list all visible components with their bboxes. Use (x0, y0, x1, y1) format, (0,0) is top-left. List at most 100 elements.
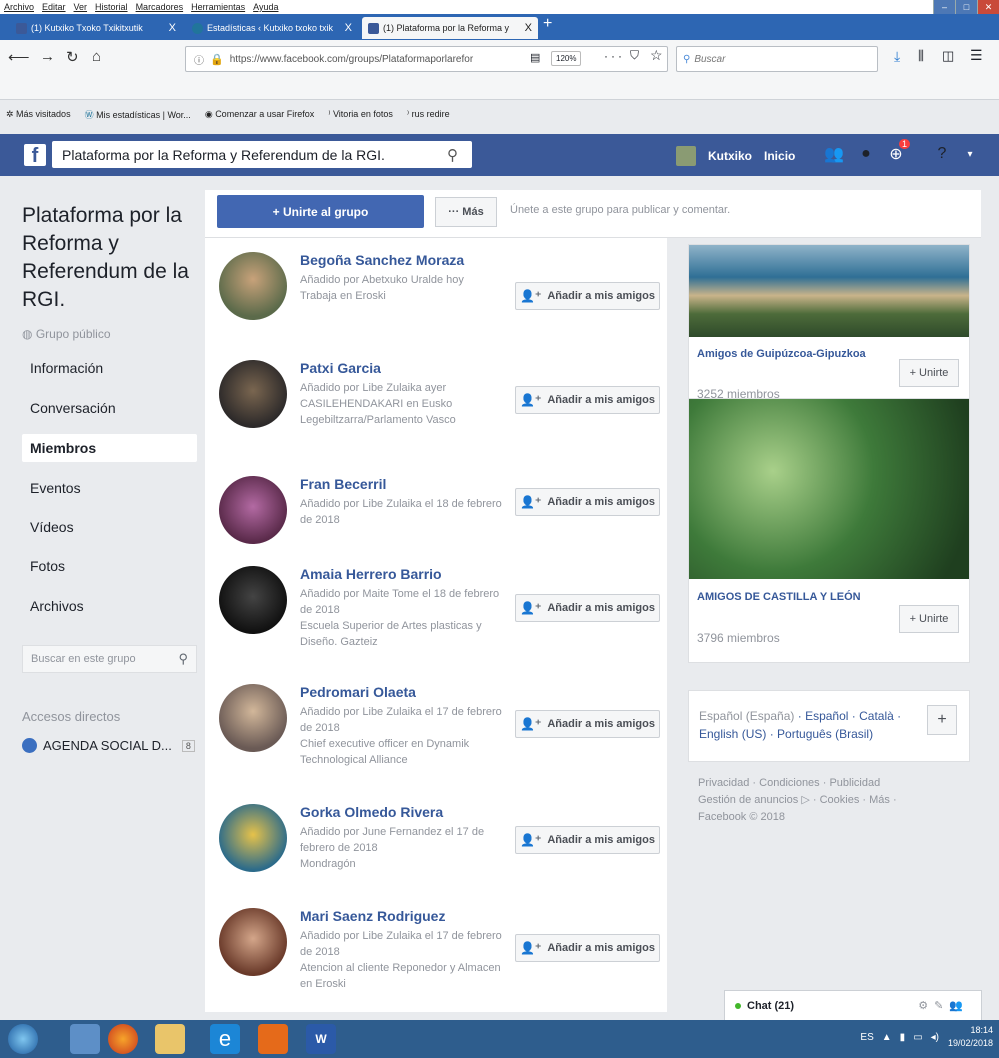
folder-icon[interactable] (155, 1024, 185, 1054)
menu-herramientas[interactable]: Herramientas (191, 2, 245, 12)
nav-fotos[interactable]: Fotos (22, 552, 197, 580)
clock[interactable]: 18:14 19/02/2018 (948, 1024, 993, 1050)
tab-kutxiko[interactable]: (1) Kutxiko Txoko Txikitxutik X (10, 17, 182, 39)
avatar[interactable] (219, 252, 287, 320)
menu-archivo[interactable]: Archivo (4, 2, 34, 12)
language-link[interactable]: Español (805, 709, 848, 723)
join-group-button[interactable]: + Unirte al grupo (217, 195, 424, 228)
avatar[interactable] (676, 146, 696, 166)
search-icon[interactable]: ⚲ (447, 146, 458, 164)
close-window-icon[interactable]: ✕ (977, 0, 999, 14)
url-bar[interactable]: ⓘ 🔒 https://www.facebook.com/groups/Plat… (185, 46, 668, 72)
back-icon[interactable]: ⟵ (8, 48, 30, 66)
word-icon[interactable]: W (306, 1024, 336, 1054)
nav-miembros[interactable]: Miembros (22, 434, 197, 462)
menu-ayuda[interactable]: Ayuda (253, 2, 278, 12)
member-name[interactable]: Gorka Olmedo Rivera (300, 804, 443, 820)
avatar[interactable] (219, 566, 287, 634)
hamburger-menu-icon[interactable]: ☰ (970, 47, 983, 64)
footer-link[interactable]: Privacidad (698, 777, 749, 789)
forward-icon[interactable]: → (40, 48, 55, 65)
footer-link[interactable]: Más (869, 794, 890, 806)
bookmark-estadisticas[interactable]: Ⓦ Mis estadísticas | Wor... (85, 108, 191, 121)
language-link[interactable]: English (US) (699, 727, 766, 741)
info-icon[interactable]: ⓘ (194, 52, 204, 67)
add-friend-button[interactable]: 👤⁺ Añadir a mis amigos (515, 710, 660, 738)
facebook-search-input[interactable]: Plataforma por la Reforma y Referendum d… (52, 141, 472, 168)
group-name[interactable]: Plataforma por la Reforma y Referendum d… (22, 202, 192, 314)
menu-marcadores[interactable]: Marcadores (136, 2, 184, 12)
suggested-group-title[interactable]: Amigos de Guipúzcoa-Gipuzkoa (697, 346, 877, 362)
member-name[interactable]: Patxi Garcia (300, 360, 381, 376)
home-icon[interactable]: ⌂ (92, 48, 101, 65)
language-indicator[interactable]: ES (860, 1032, 873, 1043)
close-tab-icon[interactable]: X (169, 22, 176, 34)
shortcut-item[interactable]: AGENDA SOCIAL D... 8 (22, 738, 195, 753)
maximize-icon[interactable]: □ (955, 0, 977, 14)
footer-link[interactable]: Gestión de anuncios (698, 794, 798, 806)
zoom-level[interactable]: 120% (551, 51, 582, 66)
bookmark-mas-visitados[interactable]: ✲ Más visitados (6, 109, 71, 120)
home-link[interactable]: Inicio (764, 149, 795, 163)
nav-conversacion[interactable]: Conversación (22, 394, 197, 422)
download-icon[interactable]: ⤓ (894, 48, 900, 65)
messages-icon[interactable]: ● (856, 144, 876, 164)
help-icon[interactable]: ? (932, 144, 952, 164)
group-chat-icon[interactable]: 👥 (949, 1000, 969, 1012)
network-icon[interactable]: ▮ (900, 1032, 906, 1043)
pocket-icon[interactable]: ⛉ (630, 48, 639, 63)
reload-icon[interactable]: ↻ (66, 48, 79, 66)
nav-eventos[interactable]: Eventos (22, 474, 197, 502)
nav-archivos[interactable]: Archivos (22, 592, 197, 620)
more-button[interactable]: ··· Más (435, 197, 497, 227)
nav-videos[interactable]: Vídeos (22, 513, 197, 541)
member-name[interactable]: Amaia Herrero Barrio (300, 566, 442, 582)
library-icon[interactable]: ⫼ (918, 48, 924, 64)
gear-icon[interactable]: ⚙ (918, 1000, 934, 1012)
media-player-icon[interactable] (258, 1024, 288, 1054)
new-tab-button[interactable]: + (543, 15, 552, 33)
footer-link[interactable]: Cookies (820, 794, 860, 806)
nav-informacion[interactable]: Información (22, 354, 197, 382)
compose-icon[interactable]: ✎ (934, 1000, 949, 1012)
bookmark-rus[interactable]: ⁾ rus redire (407, 109, 450, 120)
close-tab-icon[interactable]: X (345, 22, 352, 34)
profile-link[interactable]: Kutxiko (708, 149, 752, 163)
chat-bar[interactable]: Chat (21) ⚙✎👥 (724, 990, 982, 1020)
browser-search-input[interactable]: ⚲ Buscar (676, 46, 878, 72)
add-friend-button[interactable]: 👤⁺ Añadir a mis amigos (515, 386, 660, 414)
up-arrow-icon[interactable]: ▲ (882, 1032, 892, 1043)
member-name[interactable]: Begoña Sanchez Moraza (300, 252, 464, 268)
language-link[interactable]: Português (Brasil) (777, 727, 873, 741)
add-friend-button[interactable]: 👤⁺ Añadir a mis amigos (515, 594, 660, 622)
suggested-group-title[interactable]: AMIGOS DE CASTILLA Y LEÓN (697, 589, 877, 605)
page-actions-icon[interactable]: ··· (604, 49, 625, 63)
firefox-icon[interactable] (108, 1024, 138, 1054)
join-suggested-group-button[interactable]: + Unirte (899, 605, 959, 633)
menu-ver[interactable]: Ver (74, 2, 88, 12)
group-cover-image[interactable] (689, 245, 969, 337)
sidebar-icon[interactable]: ◫ (942, 48, 954, 64)
minimize-icon[interactable]: – (933, 0, 955, 14)
add-friend-button[interactable]: 👤⁺ Añadir a mis amigos (515, 488, 660, 516)
language-link[interactable]: Català (859, 709, 894, 723)
reader-view-icon[interactable]: ▤ (530, 51, 540, 64)
add-friend-button[interactable]: 👤⁺ Añadir a mis amigos (515, 826, 660, 854)
more-languages-button[interactable]: + (927, 705, 957, 735)
member-name[interactable]: Mari Saenz Rodriguez (300, 908, 445, 924)
display-icon[interactable]: ▭ (913, 1032, 922, 1043)
bookmark-firefox[interactable]: ◉ Comenzar a usar Firefox (205, 109, 314, 120)
menu-editar[interactable]: Editar (42, 2, 66, 12)
app-icon[interactable] (70, 1024, 100, 1054)
footer-link[interactable]: Condiciones (759, 777, 820, 789)
avatar[interactable] (219, 908, 287, 976)
avatar[interactable] (219, 684, 287, 752)
tab-plataforma[interactable]: (1) Plataforma por la Reforma y X (362, 17, 538, 39)
footer-link[interactable]: Publicidad (829, 777, 880, 789)
avatar[interactable] (219, 476, 287, 544)
friend-requests-icon[interactable]: 👥 (824, 144, 844, 164)
group-cover-image[interactable] (689, 399, 969, 579)
avatar[interactable] (219, 804, 287, 872)
internet-explorer-icon[interactable]: e (210, 1024, 240, 1054)
start-button-icon[interactable] (8, 1024, 38, 1054)
